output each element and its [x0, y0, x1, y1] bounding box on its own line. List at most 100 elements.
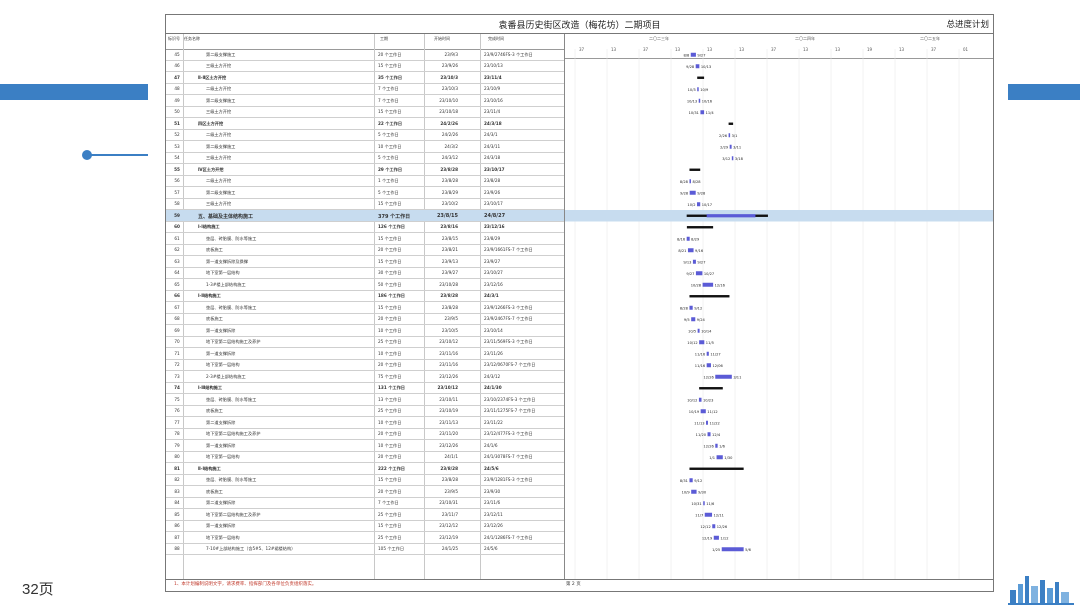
summary-bar[interactable] — [697, 76, 705, 79]
gantt-document: 袁番县历史街区改造（梅花坊）二期项目 总进度计划 标识号 任务名称 工期 开始时… — [165, 14, 994, 592]
task-bar[interactable] — [703, 501, 705, 506]
task-row[interactable]: 54 三级土方开挖 5 个工作日 24/3/12 24/3/18 — [166, 153, 564, 164]
task-row[interactable]: 45 第二级支撑施工 20 个工作日 23/9/3 23/9/2746FS-3 个工作日 — [166, 49, 564, 61]
task-row[interactable]: 49 第二级支撑施工 7 个工作日 23/10/10 23/10/16 — [166, 95, 564, 107]
task-bar[interactable] — [700, 110, 705, 115]
task-bar[interactable] — [731, 156, 734, 161]
task-bar[interactable] — [706, 351, 709, 356]
task-bar[interactable] — [692, 259, 696, 264]
task-bar[interactable] — [712, 524, 716, 529]
task-row[interactable]: 79 第一道支撑拆除 10 个工作日 23/12/26 24/1/6 — [166, 440, 564, 452]
task-row[interactable]: 88 7-10#上部结构施工（含5#5、12#裙楼结构） 105 个工作日 24/1/… — [166, 544, 564, 555]
task-bar[interactable] — [706, 420, 708, 425]
task-bar[interactable] — [690, 52, 696, 57]
task-row[interactable]: 87 地下室第一层结构 25 个工作日 23/12/19 24/1/1286FS-7 个… — [166, 532, 564, 544]
task-bar[interactable] — [716, 455, 723, 460]
summary-bar[interactable] — [689, 295, 730, 298]
task-bar[interactable] — [696, 202, 701, 207]
task-row[interactable]: 57 第二级支撑施工 5 个工作日 23/8/29 23/9/26 — [166, 187, 564, 199]
task-bar[interactable] — [713, 535, 719, 540]
task-row[interactable]: 81 Ⅱ-Ⅰ结构施工 222 个工作日 23/8/28 24/5/6 — [166, 463, 564, 475]
task-id: 64 — [174, 270, 180, 275]
task-row[interactable]: 80 地下室第一层结构 20 个工作日 24/1/1 24/1/3078FS-7 个工作… — [166, 452, 564, 463]
task-row[interactable]: 84 第二道支撑拆除 7 个工作日 23/10/31 23/11/6 — [166, 498, 564, 509]
summary-bar[interactable] — [689, 467, 744, 470]
task-row[interactable]: 64 地下室第一层结构 30 个工作日 23/9/27 23/10/27 — [166, 268, 564, 279]
task-end: 23/8/28 — [484, 178, 501, 183]
task-row[interactable]: 74 Ⅰ-Ⅲ结构施工 131 个工作日 23/10/12 24/1/30 — [166, 383, 564, 394]
task-bar[interactable] — [695, 64, 700, 69]
task-row[interactable]: 46 三级土方开挖 15 个工作日 23/9/26 23/10/13 — [166, 61, 564, 72]
task-bar[interactable] — [697, 328, 700, 333]
task-bar[interactable] — [697, 87, 699, 92]
task-end: 23/10/2374FS-3 个工作日 — [484, 396, 536, 402]
task-bar[interactable] — [686, 236, 690, 241]
task-bar[interactable] — [700, 409, 706, 414]
task-end: 23/9/30 — [484, 488, 501, 494]
task-bar[interactable] — [706, 363, 711, 368]
task-row[interactable]: 62 底板施工 20 个工作日 23/8/21 23/9/1661FS-7 个工作日 — [166, 245, 564, 256]
summary-bar[interactable] — [686, 226, 714, 229]
task-row[interactable]: 66 Ⅰ-Ⅱ结构施工 186 个工作日 23/8/28 24/3/1 — [166, 291, 564, 302]
task-row[interactable]: 63 第一道支撑拆除及换撑 15 个工作日 23/9/13 23/9/27 — [166, 256, 564, 268]
task-row[interactable]: 86 第一道支撑拆除 15 个工作日 23/12/12 23/12/26 — [166, 521, 564, 532]
task-row[interactable]: 60 Ⅰ-Ⅰ结构施工 126 个工作日 23/8/16 23/12/16 — [166, 222, 564, 233]
task-bar[interactable] — [689, 179, 691, 184]
task-row[interactable]: 83 底板施工 20 个工作日 23/9/5 23/9/30 — [166, 486, 564, 498]
task-row[interactable]: 67 垫层、砖胎膜、防水等施工 15 个工作日 23/8/28 23/9/1266FS-… — [166, 302, 564, 314]
task-bar[interactable] — [699, 340, 705, 345]
task-bar[interactable] — [695, 271, 703, 276]
task-bar[interactable] — [729, 144, 732, 149]
task-bar[interactable] — [689, 305, 693, 310]
task-row[interactable]: 72 地下室第一层结构 20 个工作日 23/11/16 23/12/0670FS-7 … — [166, 360, 564, 371]
task-bar[interactable] — [702, 282, 714, 287]
task-bar[interactable] — [698, 397, 702, 402]
task-row[interactable]: 69 第一道支撑拆除 10 个工作日 23/10/5 23/10/14 — [166, 325, 564, 337]
task-row[interactable]: 50 三级土方开挖 15 个工作日 23/10/18 23/11/4 — [166, 107, 564, 118]
task-row[interactable]: 58 三级土方开挖 15 个工作日 23/10/2 23/10/17 — [166, 199, 564, 210]
summary-bar[interactable] — [699, 387, 723, 390]
task-duration: 25 个工作日 — [378, 534, 402, 540]
bar-end-label: 10/27 — [704, 272, 714, 276]
task-bar[interactable] — [728, 133, 731, 138]
task-bar[interactable] — [715, 443, 718, 448]
task-bar[interactable] — [704, 512, 713, 517]
task-row[interactable]: 85 地下室第二层结构施工及养护 25 个工作日 23/11/7 23/12/11 — [166, 509, 564, 521]
task-row[interactable]: 82 垫层、砖胎膜、防水等施工 15 个工作日 23/8/28 23/9/1281FS-… — [166, 475, 564, 486]
task-bar[interactable] — [689, 190, 696, 195]
task-row[interactable]: 78 地下室第二层结构施工及养护 20 个工作日 23/11/20 23/12/477F… — [166, 429, 564, 440]
task-row[interactable]: 65 1-3#楼上部结构施工 50 个工作日 23/10/28 23/12/16 — [166, 279, 564, 291]
task-row[interactable]: 61 垫层、砖胎膜、防水等施工 15 个工作日 23/8/15 23/8/29 — [166, 233, 564, 245]
task-start: 23/10/3 — [441, 86, 458, 91]
bar-start-label: 2/29 — [720, 145, 729, 149]
bar-start-label: 11/16 — [695, 364, 706, 368]
task-bar[interactable] — [715, 374, 732, 379]
summary-bar[interactable] — [728, 122, 734, 125]
task-row[interactable]: 68 底板施工 20 个工作日 23/9/5 23/9/2467FS-7 个工作日 — [166, 314, 564, 325]
task-bar[interactable] — [721, 547, 744, 552]
task-row[interactable]: 73 2-3#楼上部结构施工 75 个工作日 23/12/26 24/3/12 — [166, 371, 564, 383]
task-row[interactable]: 55 Ⅳ区土方开挖 29 个工作日 23/8/28 23/10/17 — [166, 164, 564, 176]
task-row[interactable]: 53 第二级支撑施工 10 个工作日 24/3/2 24/3/11 — [166, 141, 564, 153]
task-bar[interactable] — [707, 432, 711, 437]
task-row[interactable]: 70 地下室第二层结构施工及养护 25 个工作日 23/10/12 23/11/569F… — [166, 337, 564, 348]
task-bar[interactable] — [691, 489, 697, 494]
task-bar[interactable] — [691, 317, 696, 322]
summary-bar[interactable] — [689, 168, 701, 171]
task-bar[interactable] — [706, 214, 756, 218]
task-row[interactable]: 56 二级土方开挖 1 个工作日 23/8/28 23/8/28 — [166, 176, 564, 187]
task-row[interactable]: 75 垫层、砖胎膜、防水等施工 13 个工作日 23/10/11 23/10/2374F… — [166, 394, 564, 406]
task-duration: 222 个工作日 — [378, 465, 405, 471]
task-bar[interactable] — [687, 248, 694, 253]
task-row[interactable]: 77 第二道支撑拆除 10 个工作日 23/11/13 23/11/22 — [166, 417, 564, 429]
task-row[interactable]: 59 五、基础及主体结构施工 379 个工作日 23/8/15 24/8/27 — [166, 210, 564, 222]
task-row[interactable]: 52 二级土方开挖 5 个工作日 24/2/26 24/3/1 — [166, 130, 564, 141]
task-duration: 75 个工作日 — [378, 373, 402, 379]
task-row[interactable]: 76 底板施工 25 个工作日 23/10/19 23/11/1275FS-7 个工作日 — [166, 406, 564, 417]
task-row[interactable]: 51 四区土方开挖 22 个工作日 24/2/26 24/3/18 — [166, 118, 564, 130]
task-row[interactable]: 47 Ⅱ-Ⅱ区土方开挖 35 个工作日 23/10/3 23/11/4 — [166, 72, 564, 84]
task-bar[interactable] — [698, 98, 701, 103]
task-row[interactable]: 71 第一道支撑拆除 10 个工作日 23/11/16 23/11/26 — [166, 348, 564, 360]
task-bar[interactable] — [689, 478, 693, 483]
task-row[interactable]: 48 二级土方开挖 7 个工作日 23/10/3 23/10/9 — [166, 84, 564, 95]
